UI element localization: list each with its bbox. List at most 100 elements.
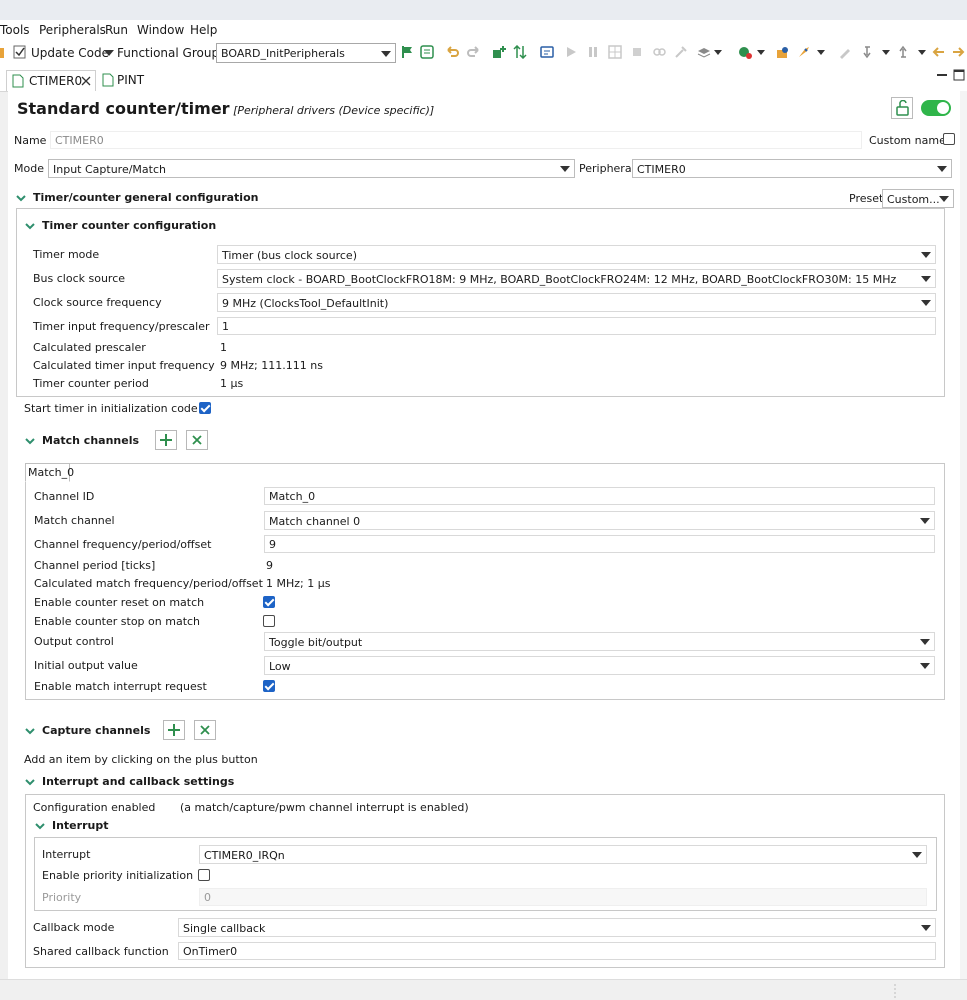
channel-id-input[interactable]: Match_0 <box>264 487 935 505</box>
lock-button[interactable] <box>891 97 913 119</box>
chevron-down-icon[interactable] <box>24 435 36 447</box>
prescaler-input[interactable]: 1 <box>217 317 936 335</box>
toggle-knob <box>937 102 949 114</box>
match-interrupt-checkbox[interactable] <box>263 680 275 692</box>
menu-tools[interactable]: Tools <box>0 23 30 37</box>
match-channels-heading[interactable]: Match channels <box>42 434 139 447</box>
sort-icon[interactable] <box>513 45 527 59</box>
maximize-icon[interactable] <box>953 69 965 81</box>
priority-input: 0 <box>199 888 927 906</box>
tab-ctimer0[interactable]: CTIMER0 <box>6 70 96 91</box>
play-disabled-icon <box>567 47 576 57</box>
update-code-dropdown-icon[interactable] <box>104 50 114 56</box>
redo-icon[interactable] <box>466 45 480 59</box>
status-bar <box>0 979 967 1000</box>
debug-dropdown-icon[interactable] <box>757 50 765 55</box>
menu-run[interactable]: Run <box>105 23 128 37</box>
calc-input-freq-value: 9 MHz; 111.111 ns <box>220 359 323 372</box>
forward-icon[interactable] <box>951 45 965 59</box>
menu-window[interactable]: Window <box>137 23 184 37</box>
channel-freq-input[interactable]: 9 <box>264 535 935 553</box>
match-channel-select[interactable]: Match channel 0 <box>264 511 935 530</box>
back-icon[interactable] <box>932 45 946 59</box>
priority-init-checkbox[interactable] <box>198 869 210 881</box>
bus-clock-label: Bus clock source <box>33 272 126 285</box>
update-code-button[interactable]: Update Code <box>31 46 109 60</box>
prev-annotation-dropdown-icon[interactable] <box>918 50 926 55</box>
counter-stop-checkbox[interactable] <box>263 615 275 627</box>
component-editor: Standard counter/timer [Peripheral drive… <box>8 91 967 979</box>
remove-match-channel-button[interactable] <box>186 430 208 450</box>
timer-mode-select[interactable]: Timer (bus clock source) <box>217 245 936 264</box>
general-config-heading[interactable]: Timer/counter general configuration <box>33 191 258 204</box>
page-title: Standard counter/timer <box>17 99 230 118</box>
plus-icon <box>168 724 180 736</box>
update-code-icon[interactable] <box>13 45 27 59</box>
counter-period-value: 1 µs <box>220 377 244 390</box>
chevron-down-icon[interactable] <box>24 776 36 788</box>
flag-icon[interactable] <box>400 45 414 59</box>
properties-icon[interactable] <box>540 45 554 59</box>
initial-output-select[interactable]: Low <box>264 656 935 675</box>
shared-callback-input[interactable]: OnTimer0 <box>178 942 936 960</box>
peripheral-label: Peripheral <box>579 162 635 175</box>
list-icon[interactable] <box>420 45 434 59</box>
callback-mode-select[interactable]: Single callback <box>178 918 936 937</box>
delete-icon <box>200 725 210 735</box>
undo-icon[interactable] <box>446 45 460 59</box>
interrupt-settings-heading[interactable]: Interrupt and callback settings <box>42 775 234 788</box>
close-icon[interactable] <box>81 76 91 86</box>
capture-channels-heading[interactable]: Capture channels <box>42 724 150 737</box>
chevron-down-icon <box>912 852 922 858</box>
next-annotation-dropdown-icon[interactable] <box>882 50 890 55</box>
clock-freq-select[interactable]: 9 MHz (ClocksTool_DefaultInit) <box>217 293 936 312</box>
chevron-down-icon[interactable] <box>24 725 36 737</box>
interrupt-select[interactable]: CTIMER0_IRQn <box>199 845 927 864</box>
timer-counter-config-heading[interactable]: Timer counter configuration <box>42 219 216 232</box>
export-icon[interactable] <box>776 45 790 59</box>
next-annotation-icon[interactable] <box>862 45 876 59</box>
tab-pint[interactable]: PINT <box>100 70 160 90</box>
chevron-down-icon[interactable] <box>15 192 27 204</box>
preset-select[interactable]: Custom... <box>882 189 954 208</box>
vertical-scrollbar[interactable] <box>960 91 967 979</box>
channel-freq-label: Channel frequency/period/offset <box>34 538 212 551</box>
remove-capture-channel-button[interactable] <box>194 720 216 740</box>
functional-group-select[interactable]: BOARD_InitPeripherals <box>216 43 396 63</box>
grid-disabled-icon <box>608 45 622 59</box>
menu-bar: Tools Peripherals Run Window Help <box>0 20 967 40</box>
channel-id-label: Channel ID <box>34 490 95 503</box>
chevron-down-icon[interactable] <box>24 220 36 232</box>
layers-dropdown-icon[interactable] <box>714 50 722 55</box>
flash-dropdown-icon[interactable] <box>817 50 825 55</box>
tab-match-0[interactable]: Match_0 <box>25 463 74 482</box>
output-control-select[interactable]: Toggle bit/output <box>264 632 935 651</box>
add-match-channel-button[interactable] <box>155 430 177 450</box>
interrupt-group-heading[interactable]: Interrupt <box>52 819 108 832</box>
calc-match-value: 1 MHz; 1 µs <box>266 577 331 590</box>
debug-icon[interactable] <box>738 45 752 59</box>
custom-name-checkbox[interactable] <box>943 133 955 145</box>
config-enabled-label: Configuration enabled <box>33 801 156 814</box>
chevron-down-icon[interactable] <box>34 820 46 832</box>
peripheral-select[interactable]: CTIMER0 <box>632 159 952 178</box>
toolbar-edge-icon <box>0 48 4 58</box>
preset-label: Preset <box>849 192 884 205</box>
match-interrupt-label: Enable match interrupt request <box>34 680 207 693</box>
main-toolbar: Update Code Functional Group BOARD_InitP… <box>0 40 967 66</box>
add-capture-channel-button[interactable] <box>163 720 185 740</box>
name-field: CTIMER0 <box>50 131 862 149</box>
enable-toggle[interactable] <box>921 100 951 116</box>
add-component-icon[interactable] <box>492 45 506 59</box>
layers-icon[interactable] <box>697 45 711 59</box>
prev-annotation-icon[interactable] <box>898 45 912 59</box>
counter-reset-checkbox[interactable] <box>263 596 275 608</box>
start-timer-checkbox[interactable] <box>199 402 211 414</box>
bus-clock-select[interactable]: System clock - BOARD_BootClockFRO18M: 9 … <box>217 269 936 288</box>
mode-select[interactable]: Input Capture/Match <box>48 159 575 178</box>
menu-peripherals[interactable]: Peripherals <box>39 23 106 37</box>
config-enabled-value: (a match/capture/pwm channel interrupt i… <box>180 801 469 814</box>
menu-help[interactable]: Help <box>190 23 217 37</box>
minimize-icon[interactable] <box>937 72 947 78</box>
flash-icon[interactable] <box>797 45 811 59</box>
